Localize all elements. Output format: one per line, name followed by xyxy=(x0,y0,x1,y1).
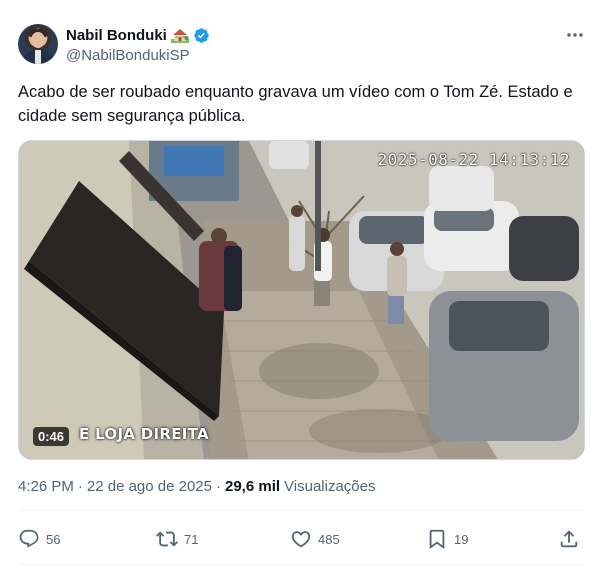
video-player[interactable]: 2025-08-22 14:13:12 0:46 E LOJA DIREITA xyxy=(18,140,585,460)
video-frame xyxy=(19,141,584,459)
author-display-name[interactable]: Nabil Bonduki xyxy=(66,27,167,44)
bookmark-count: 19 xyxy=(454,531,469,547)
repost-button[interactable]: 71 xyxy=(156,524,198,554)
divider xyxy=(18,510,584,511)
camera-timestamp: 2025-08-22 14:13:12 xyxy=(377,150,570,169)
avatar[interactable] xyxy=(18,24,58,64)
tweet-card: Nabil Bonduki @NabilBondukiSP Acabo de s… xyxy=(0,0,600,576)
heart-icon xyxy=(291,531,311,548)
meta-separator: · xyxy=(77,478,83,495)
share-button[interactable] xyxy=(558,524,580,554)
action-bar: 56 71 485 19 xyxy=(18,524,588,554)
reply-icon xyxy=(19,529,39,548)
bookmark-button[interactable]: 19 xyxy=(426,524,468,554)
reply-count: 56 xyxy=(46,531,61,547)
divider xyxy=(18,564,584,565)
share-icon xyxy=(560,530,578,548)
repost-icon xyxy=(156,531,178,547)
author-handle[interactable]: @NabilBondukiSP xyxy=(66,47,190,64)
author-name-row: Nabil Bonduki xyxy=(66,25,210,45)
views-count: 29,6 mil xyxy=(225,478,281,495)
verified-badge-icon[interactable] xyxy=(193,27,210,44)
like-button[interactable]: 485 xyxy=(290,524,340,554)
tweet-text: Acabo de ser roubado enquanto gravava um… xyxy=(18,83,573,125)
repost-count: 71 xyxy=(184,531,199,547)
video-duration-badge: 0:46 xyxy=(33,427,70,446)
tweet-date[interactable]: 22 de ago de 2025 xyxy=(87,478,212,495)
house-with-garden-icon xyxy=(170,27,189,43)
camera-caption: E LOJA DIREITA xyxy=(79,425,209,443)
like-count: 485 xyxy=(318,531,340,547)
more-options-icon[interactable] xyxy=(565,28,585,42)
tweet-meta: 4:26 PM · 22 de ago de 2025 · 29,6 mil V… xyxy=(18,478,376,495)
views-label: Visualizações xyxy=(284,478,376,495)
tweet-time[interactable]: 4:26 PM xyxy=(18,478,74,495)
bookmark-icon xyxy=(429,529,445,550)
reply-button[interactable]: 56 xyxy=(18,524,60,554)
meta-separator: · xyxy=(216,478,221,495)
